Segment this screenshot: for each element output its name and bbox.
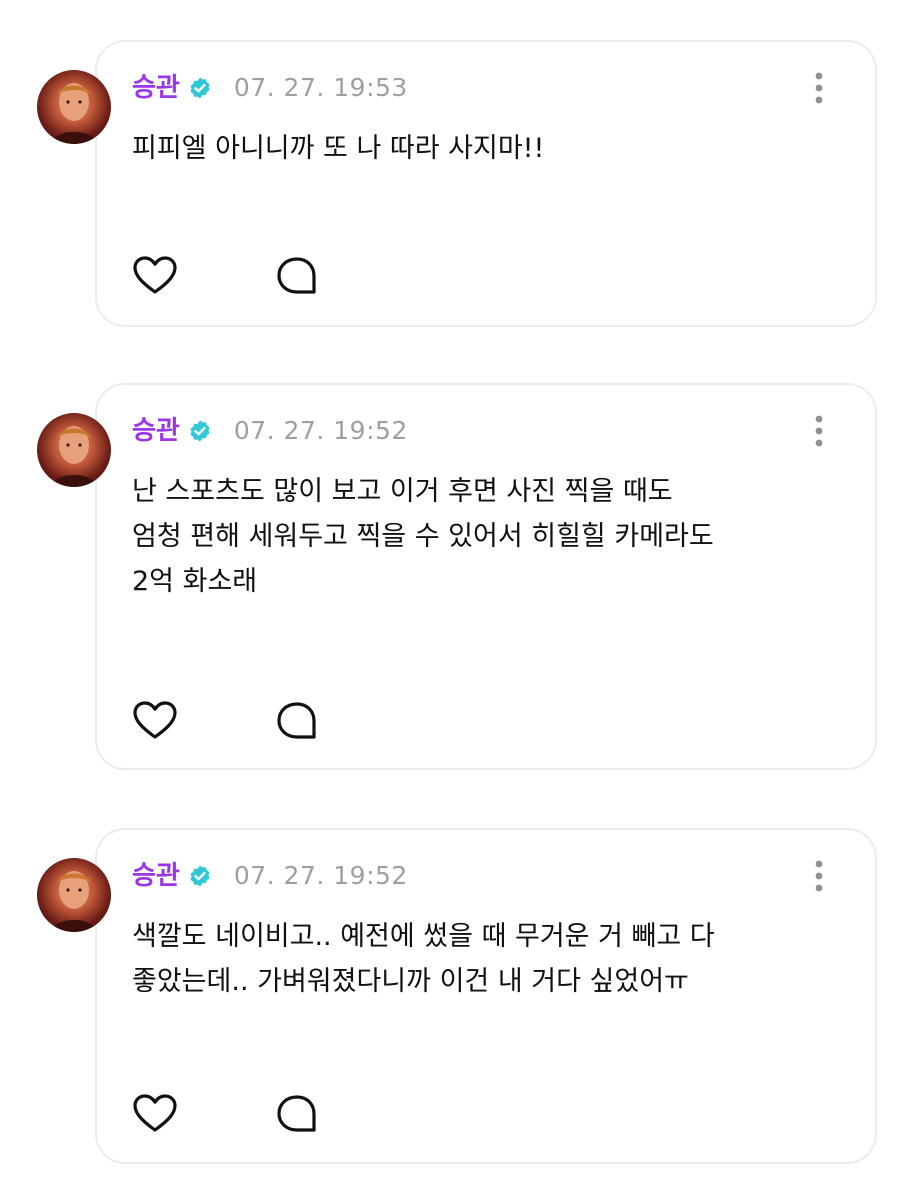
post-message: 난 스포츠도 많이 보고 이거 후면 사진 찍을 때도 엄청 편해 세워두고 찍…: [132, 476, 714, 597]
heart-icon[interactable]: [133, 256, 177, 296]
avatar-portrait-image: [51, 83, 97, 144]
comment-bubble-icon[interactable]: [275, 1094, 319, 1134]
post-card[interactable]: 승관 07. 27. 19:52 색깔도 네이비고.. 예전에 썼을 때 무거운…: [95, 828, 877, 1164]
post-item: 승관 07. 27. 19:52 난 스포츠도 많이 보고 이거 후면 사진 찍…: [0, 383, 919, 770]
heart-icon[interactable]: [133, 1094, 177, 1134]
post-message: 피피엘 아니니까 또 나 따라 사지마!!: [132, 133, 545, 164]
avatar[interactable]: [37, 70, 111, 144]
post-message: 색깔도 네이비고.. 예전에 썼을 때 무거운 거 빼고 다 좋았는데.. 가벼…: [132, 921, 715, 997]
verified-badge-icon: [190, 865, 210, 887]
avatar-portrait-image: [51, 871, 97, 932]
post-card[interactable]: 승관 07. 27. 19:52 난 스포츠도 많이 보고 이거 후면 사진 찍…: [95, 383, 877, 770]
author-name[interactable]: 승관: [132, 70, 180, 106]
avatar-portrait-image: [51, 426, 97, 487]
avatar[interactable]: [37, 413, 111, 487]
post-card[interactable]: 승관 07. 27. 19:53 피피엘 아니니까 또 나 따라 사지마!!: [95, 40, 877, 327]
post-header: 승관 07. 27. 19:53: [132, 70, 408, 106]
post-item: 승관 07. 27. 19:53 피피엘 아니니까 또 나 따라 사지마!!: [0, 40, 919, 327]
comment-bubble-icon[interactable]: [275, 256, 319, 296]
post-item: 승관 07. 27. 19:52 색깔도 네이비고.. 예전에 썼을 때 무거운…: [0, 828, 919, 1164]
avatar[interactable]: [37, 858, 111, 932]
heart-icon[interactable]: [133, 701, 177, 741]
post-timestamp: 07. 27. 19:53: [233, 73, 408, 102]
author-name[interactable]: 승관: [132, 858, 180, 894]
post-timestamp: 07. 27. 19:52: [233, 416, 408, 445]
more-vertical-icon[interactable]: [809, 858, 829, 894]
verified-badge-icon: [190, 77, 210, 99]
comment-feed: 승관 07. 27. 19:53 피피엘 아니니까 또 나 따라 사지마!! 승…: [0, 0, 919, 1200]
more-vertical-icon[interactable]: [809, 413, 829, 449]
post-timestamp: 07. 27. 19:52: [233, 861, 408, 890]
verified-badge-icon: [190, 420, 210, 442]
post-header: 승관 07. 27. 19:52: [132, 858, 408, 894]
post-header: 승관 07. 27. 19:52: [132, 413, 408, 449]
comment-bubble-icon[interactable]: [275, 701, 319, 741]
more-vertical-icon[interactable]: [809, 70, 829, 106]
author-name[interactable]: 승관: [132, 413, 180, 449]
